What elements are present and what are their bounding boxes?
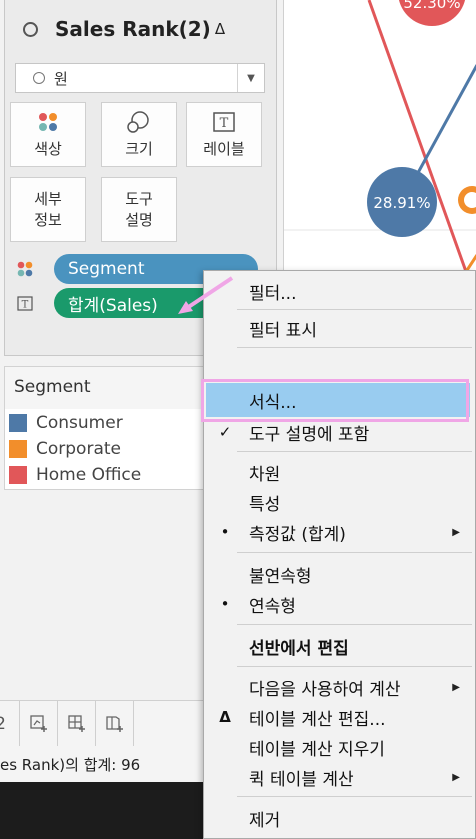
tooltip-button[interactable]: 도구 설명 [101, 177, 177, 242]
radio-icon[interactable] [23, 21, 38, 37]
menu-item-quick-table-calc[interactable]: 퀵 테이블 계산 ▶ [204, 762, 475, 792]
menu-separator [237, 796, 472, 797]
tooltip-button-label: 도구 설명 [125, 190, 153, 229]
size-circles-icon [126, 109, 152, 135]
new-story-icon[interactable] [96, 701, 134, 747]
menu-separator [237, 451, 472, 452]
context-menu: 필터... 필터 표시 서식... ✓ 도구 설명에 포함 차원 특성 • 측정… [203, 270, 476, 839]
menu-separator [237, 309, 472, 310]
menu-item-show-filter[interactable]: 필터 표시 [204, 313, 475, 343]
menu-item-continuous[interactable]: • 연속형 [204, 589, 475, 619]
delta-icon: Δ [214, 20, 226, 38]
legend-label: Consumer [36, 413, 123, 433]
marks-title: Sales Rank(2) [55, 17, 211, 41]
menu-item-remove[interactable]: 제거 [204, 803, 475, 833]
delta-icon: Δ [219, 708, 231, 726]
detail-button-label: 세부 정보 [34, 190, 62, 229]
svg-text:T: T [22, 299, 29, 310]
legend-swatch [9, 466, 27, 484]
legend-item-corporate[interactable]: Corporate [9, 439, 121, 459]
checkmark-icon: ✓ [218, 423, 232, 441]
home-office-value-label: 52.30% [403, 0, 460, 12]
bullet-icon: • [220, 523, 230, 541]
menu-item-discrete[interactable]: 불연속형 [204, 559, 475, 589]
color-button[interactable]: 색상 [10, 102, 86, 167]
menu-separator [237, 666, 472, 667]
legend-item-home-office[interactable]: Home Office [9, 465, 141, 485]
submenu-arrow-icon: ▶ [452, 681, 460, 693]
submenu-arrow-icon: ▶ [452, 771, 460, 783]
menu-item-filter[interactable]: 필터... [204, 276, 475, 306]
new-dashboard-icon[interactable] [58, 701, 96, 747]
detail-button[interactable]: 세부 정보 [10, 177, 86, 242]
menu-item-edit-in-shelf[interactable]: 선반에서 편집 [204, 631, 475, 661]
color-dots-icon [37, 109, 59, 135]
menu-item-include-in-tooltip[interactable]: ✓ 도구 설명에 포함 [204, 417, 475, 447]
menu-separator [237, 552, 472, 553]
size-button[interactable]: 크기 [101, 102, 177, 167]
menu-separator [237, 624, 472, 625]
legend-label: Corporate [36, 439, 121, 459]
menu-item-measure-sum[interactable]: • 측정값 (합계) ▶ [204, 517, 475, 547]
menu-item-dimension[interactable]: 차원 [204, 457, 475, 487]
marks-title-bar[interactable]: Sales Rank(2) Δ [5, 8, 275, 50]
legend-swatch [9, 414, 27, 432]
menu-item-format[interactable]: 서식... [206, 383, 470, 417]
menu-item-edit-table-calc[interactable]: Δ 테이블 계산 편집... [204, 702, 475, 732]
mark-type-dropdown[interactable]: 원 ▼ [15, 63, 265, 93]
consumer-value-label: 28.91% [373, 194, 430, 212]
label-t-icon: T [15, 295, 35, 311]
new-worksheet-icon[interactable] [20, 701, 58, 747]
menu-item-compute-using[interactable]: 다음을 사용하여 계산 ▶ [204, 672, 475, 702]
circle-mark-icon [33, 72, 45, 84]
submenu-arrow-icon: ▶ [452, 526, 460, 538]
mark-type-label: 원 [54, 69, 68, 88]
color-dots-icon [15, 260, 35, 278]
label-button[interactable]: T 레이블 [186, 102, 262, 167]
legend-swatch [9, 440, 27, 458]
legend-label: Home Office [36, 465, 142, 485]
home-office-line [367, 0, 471, 281]
svg-text:T: T [220, 116, 229, 131]
menu-item-clear-table-calc[interactable]: 테이블 계산 지우기 [204, 732, 475, 762]
menu-item-attribute[interactable]: 특성 [204, 487, 475, 517]
status-text: es Rank)의 합계: 96 [0, 756, 141, 774]
legend-title: Segment [14, 377, 91, 397]
page-number[interactable]: 2 [0, 701, 20, 747]
chevron-down-icon[interactable]: ▼ [237, 64, 264, 92]
menu-separator [237, 347, 472, 348]
segment-legend: Segment Consumer Corporate Home Office [4, 366, 210, 490]
label-t-icon: T [213, 109, 235, 135]
size-button-label: 크기 [125, 140, 153, 159]
legend-item-consumer[interactable]: Consumer [9, 413, 123, 433]
annotation-arrow-icon [178, 276, 234, 314]
color-button-label: 색상 [34, 140, 62, 159]
label-button-label: 레이블 [203, 140, 245, 159]
bullet-icon: • [220, 595, 230, 613]
